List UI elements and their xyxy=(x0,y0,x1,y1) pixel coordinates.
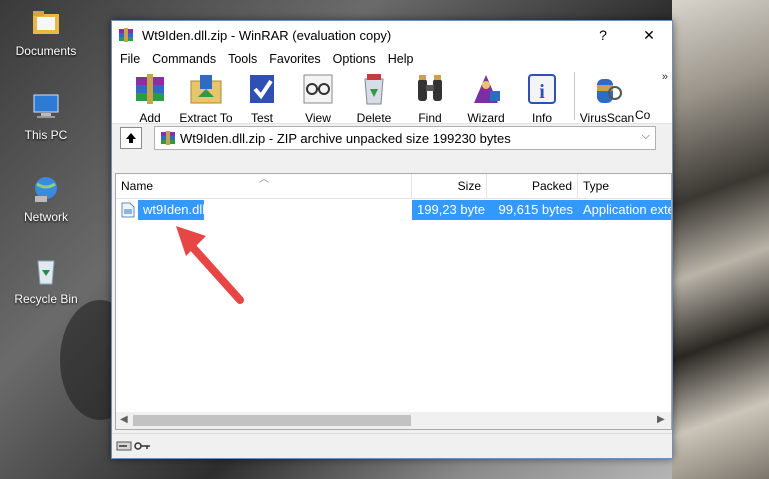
file-size: 199,23 byte xyxy=(412,200,487,220)
drive-key-icon[interactable] xyxy=(116,439,152,453)
menu-tools[interactable]: Tools xyxy=(222,52,263,66)
toolbar-overflow-chevron[interactable]: » xyxy=(662,71,668,83)
folder-icon xyxy=(33,11,59,34)
window-title: Wt9Iden.dll.zip - WinRAR (evaluation cop… xyxy=(142,27,392,43)
info-icon: i xyxy=(528,74,556,104)
toolbar: Add Extract To Test View Delete Find Wiz… xyxy=(112,69,672,125)
desktop-icon-network[interactable]: Network xyxy=(8,174,84,224)
binoculars-icon xyxy=(418,75,442,101)
menu-commands[interactable]: Commands xyxy=(146,52,222,66)
extract-folder-icon xyxy=(190,75,222,104)
file-name: wt9Iden.dll xyxy=(138,200,204,220)
menu-help[interactable]: Help xyxy=(382,52,420,66)
scroll-right-icon[interactable]: ▶ xyxy=(657,414,665,425)
extract-to-button[interactable]: Extract To xyxy=(178,69,234,125)
delete-button[interactable]: Delete xyxy=(346,69,402,125)
scrollbar-thumb[interactable] xyxy=(133,415,411,426)
add-label: Add xyxy=(139,111,161,125)
desktop-wallpaper-right xyxy=(672,0,769,479)
recycle-bin-icon xyxy=(37,260,55,285)
status-bar xyxy=(112,433,672,458)
virus-scan-icon xyxy=(597,79,622,103)
scroll-left-icon[interactable]: ◀ xyxy=(120,414,128,425)
comment-label: Co xyxy=(635,108,651,122)
desktop-icon-label: Network xyxy=(23,210,68,224)
toolbar-separator xyxy=(574,72,575,120)
desktop-icon-label: This PC xyxy=(24,128,68,142)
red-arrow-annotation xyxy=(176,226,244,304)
test-label: Test xyxy=(250,111,273,125)
help-button[interactable]: ? xyxy=(580,21,626,49)
virusscan-button[interactable]: VirusScan xyxy=(579,69,635,125)
desktop-icon-label: Documents xyxy=(15,44,77,58)
find-button[interactable]: Find xyxy=(402,69,458,125)
desktop-icons: Documents This PC Network Recycle Bin xyxy=(0,0,95,479)
svg-text:i: i xyxy=(539,81,545,103)
address-bar: Wt9Iden.dll.zip - ZIP archive unpacked s… xyxy=(112,124,672,152)
file-row-spacer xyxy=(204,200,412,220)
test-button[interactable]: Test xyxy=(234,69,290,125)
menu-favorites[interactable]: Favorites xyxy=(263,52,326,66)
close-button[interactable]: ✕ xyxy=(626,21,672,49)
file-row[interactable]: wt9Iden.dll 199,23 byte 99,615 bytes App… xyxy=(116,200,671,220)
desktop-icon-recycle-bin[interactable]: Recycle Bin xyxy=(8,256,84,306)
wizard-label: Wizard xyxy=(467,111,505,125)
delete-label: Delete xyxy=(356,111,392,125)
title-bar[interactable]: Wt9Iden.dll.zip - WinRAR (evaluation cop… xyxy=(112,21,672,49)
archive-path-text: Wt9Iden.dll.zip - ZIP archive unpacked s… xyxy=(180,130,511,146)
column-type[interactable]: Type xyxy=(578,174,671,198)
desktop-icon-label: Recycle Bin xyxy=(14,292,78,306)
column-packed[interactable]: Packed xyxy=(487,174,578,198)
dll-file-icon xyxy=(116,200,138,220)
archive-path-dropdown[interactable]: Wt9Iden.dll.zip - ZIP archive unpacked s… xyxy=(154,126,656,150)
computer-icon xyxy=(33,94,59,118)
column-size[interactable]: Size xyxy=(412,174,487,198)
info-label: Info xyxy=(531,111,552,125)
zip-archive-icon xyxy=(161,131,175,145)
desktop-icon-this-pc[interactable]: This PC xyxy=(8,92,84,142)
winrar-app-icon xyxy=(118,27,134,43)
up-folder-button[interactable] xyxy=(120,127,142,149)
file-list-header: ︿ Name Size Packed Type xyxy=(116,174,671,199)
extract-to-label: Extract To xyxy=(179,111,233,125)
find-label: Find xyxy=(418,111,442,125)
view-label: View xyxy=(305,111,331,125)
chevron-down-icon[interactable]: ⌵ xyxy=(642,130,650,143)
arrow-up-icon xyxy=(126,133,136,143)
sort-ascending-icon: ︿ xyxy=(259,174,269,185)
info-button[interactable]: i Info xyxy=(514,69,570,125)
virusscan-label: VirusScan xyxy=(579,111,635,125)
desktop-icon-documents[interactable]: Documents xyxy=(8,8,84,58)
menu-options[interactable]: Options xyxy=(327,52,382,66)
view-glasses-icon xyxy=(303,74,333,104)
add-button[interactable]: Add xyxy=(122,69,178,125)
network-icon xyxy=(35,177,57,202)
comment-button[interactable]: Co xyxy=(635,69,653,123)
menu-file[interactable]: File xyxy=(114,52,146,66)
wizard-icon xyxy=(474,75,500,103)
delete-bin-icon xyxy=(364,74,384,105)
horizontal-scrollbar[interactable]: ◀ ▶ xyxy=(116,412,671,429)
wizard-button[interactable]: Wizard xyxy=(458,69,514,125)
view-button[interactable]: View xyxy=(290,69,346,125)
menu-bar: File Commands Tools Favorites Options He… xyxy=(112,49,672,69)
add-archive-icon xyxy=(136,74,164,104)
file-type: Application exte xyxy=(578,200,671,220)
test-check-icon xyxy=(250,75,274,103)
file-packed: 99,615 bytes xyxy=(487,200,578,220)
